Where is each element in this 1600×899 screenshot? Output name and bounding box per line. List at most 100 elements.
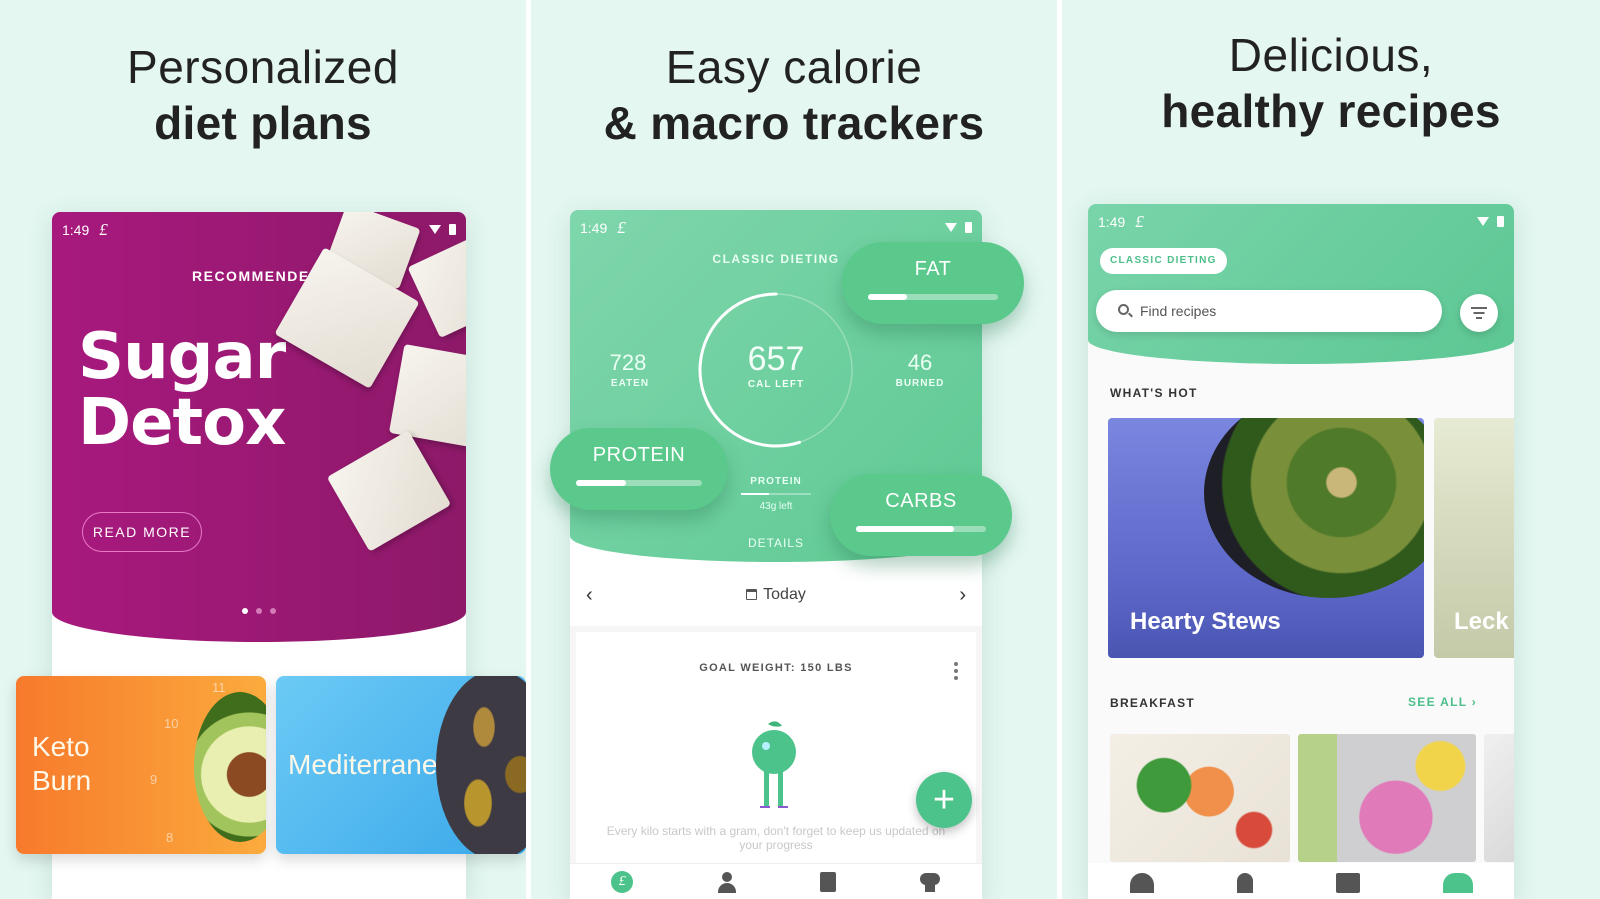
add-entry-button[interactable]: + <box>916 772 972 828</box>
status-time: 1:49 <box>62 222 90 238</box>
sugar-cube-image <box>407 231 466 339</box>
plan-label-line2: Burn <box>32 765 92 796</box>
status-bar: 1:49 £ <box>62 220 108 240</box>
goal-weight-title: GOAL WEIGHT: 150 LBS <box>699 662 853 674</box>
date-selector[interactable]: Today <box>570 586 982 604</box>
promo-banner[interactable]: 1:49 £ RECOMMENDED Sugar Detox READ MORE <box>52 212 466 642</box>
phone-screen: 1:49 £ CLASSIC DIETING Find recipes WHAT… <box>1088 204 1514 899</box>
macro-name: CARBS <box>885 490 957 512</box>
olives-image <box>436 676 526 854</box>
app-logo-icon: £ <box>617 218 626 237</box>
clock-number: 8 <box>166 830 174 845</box>
macro-pill-protein: PROTEIN <box>550 428 728 510</box>
plan-card-mediterranean[interactable]: Mediterranean. <box>276 676 526 854</box>
promo-title: Sugar Detox <box>78 324 286 460</box>
mini-macro-value: 43g left <box>759 501 793 512</box>
status-bar: 1:49 £ <box>1098 212 1144 232</box>
carousel-dot[interactable] <box>242 608 248 614</box>
status-bar: 1:49 £ <box>580 218 626 238</box>
recipe-card-hearty-stews[interactable]: Hearty Stews <box>1108 418 1424 658</box>
plan-clipboard-icon[interactable] <box>820 871 837 892</box>
breakfast-recipe-card[interactable] <box>1298 734 1476 862</box>
clock-number: 11 <box>212 680 226 695</box>
battery-icon <box>1497 216 1504 227</box>
home-icon[interactable] <box>1129 873 1154 893</box>
breakfast-recipe-card[interactable] <box>1484 734 1514 862</box>
bottom-navigation <box>1088 863 1514 899</box>
recipe-card-second[interactable]: Leck <box>1434 418 1514 658</box>
mini-macro-fill <box>741 493 769 495</box>
breakfast-recipe-card[interactable] <box>1110 734 1290 862</box>
headline-bold: diet plans <box>154 97 372 149</box>
burned-label: BURNED <box>895 378 945 389</box>
macro-name: FAT <box>914 258 952 280</box>
home-icon[interactable]: £ <box>611 870 634 893</box>
goal-message: Every kilo starts with a gram, don't for… <box>606 824 946 852</box>
plan-clipboard-icon[interactable] <box>1335 873 1360 893</box>
promo-kicker: RECOMMENDED <box>192 268 322 284</box>
status-icons <box>945 222 972 233</box>
wifi-icon <box>1477 217 1489 226</box>
carousel-indicator <box>242 608 276 614</box>
headline-bold: & macro trackers <box>603 97 985 149</box>
calories-left-label: CAL LEFT <box>747 379 805 390</box>
macro-name: PROTEIN <box>592 444 686 466</box>
filter-icon-line <box>1476 317 1482 319</box>
clock-number: 9 <box>150 772 158 787</box>
read-more-button[interactable]: READ MORE <box>82 512 202 552</box>
macro-progress-bar <box>856 526 986 532</box>
filter-icon-line <box>1471 307 1487 309</box>
avocado-image <box>194 692 266 842</box>
carousel-dot[interactable] <box>270 608 276 614</box>
apple-mascot-icon <box>752 721 796 808</box>
carousel-dot[interactable] <box>256 608 262 614</box>
macro-progress-fill <box>868 294 907 300</box>
search-placeholder: Find recipes <box>1140 303 1217 319</box>
next-day-button[interactable]: › <box>959 584 966 607</box>
macro-progress-bar <box>868 294 998 300</box>
profile-icon[interactable] <box>716 871 738 893</box>
search-icon <box>1118 304 1129 315</box>
app-logo-icon: £ <box>1135 212 1144 231</box>
more-options-icon[interactable] <box>954 662 958 680</box>
see-all-link[interactable]: SEE ALL › <box>1408 695 1477 709</box>
battery-icon <box>965 222 972 233</box>
breakfast-title: BREAKFAST <box>1110 696 1196 710</box>
calendar-icon <box>746 589 758 600</box>
chef-hat-icon[interactable] <box>919 871 941 893</box>
promo-title-line2: Detox <box>78 386 286 460</box>
status-icons <box>429 224 456 235</box>
headline-light: Delicious, <box>1228 29 1434 81</box>
protein-mini-stat: PROTEIN 43g left <box>736 476 816 512</box>
eaten-stat: 728 EATEN <box>570 350 690 389</box>
panel-headline: Personalized diet plans <box>0 40 526 150</box>
date-label: Today <box>763 586 806 603</box>
chef-hat-icon[interactable] <box>1442 873 1473 893</box>
status-icons <box>1477 216 1504 227</box>
eaten-label: EATEN <box>610 378 650 389</box>
diet-plan-chip[interactable]: CLASSIC DIETING <box>1100 248 1227 274</box>
macro-pill-carbs: CARBS <box>830 474 1012 556</box>
stew-pan-image <box>1204 418 1424 598</box>
chevron-right-icon: › <box>1471 695 1478 709</box>
mini-macro-bar <box>741 493 811 495</box>
burned-value: 46 <box>907 350 933 375</box>
macro-progress-bar <box>576 480 702 486</box>
goal-weight-card: GOAL WEIGHT: 150 LBS Every kilo starts w… <box>576 632 976 872</box>
app-logo-icon: £ <box>99 220 108 239</box>
recipes-header: 1:49 £ CLASSIC DIETING Find recipes <box>1088 204 1514 364</box>
mini-macro-label: PROTEIN <box>750 476 802 487</box>
macro-progress-fill <box>856 526 954 532</box>
plan-card-keto[interactable]: Keto Burn 11 10 9 8 <box>16 676 266 854</box>
panel-headline: Easy calorie & macro trackers <box>531 40 1057 150</box>
macro-progress-fill <box>576 480 627 486</box>
recipe-card-title: Hearty Stews <box>1130 608 1281 635</box>
filter-button[interactable] <box>1460 294 1498 332</box>
profile-icon[interactable] <box>1236 873 1253 893</box>
wifi-icon <box>945 223 957 232</box>
wifi-icon <box>429 225 441 234</box>
headline-bold: healthy recipes <box>1161 85 1501 137</box>
panel-headline: Delicious, healthy recipes <box>1062 28 1600 138</box>
bottom-navigation: £ <box>570 863 982 899</box>
calories-left-stat: 657 CAL LEFT <box>726 340 826 390</box>
